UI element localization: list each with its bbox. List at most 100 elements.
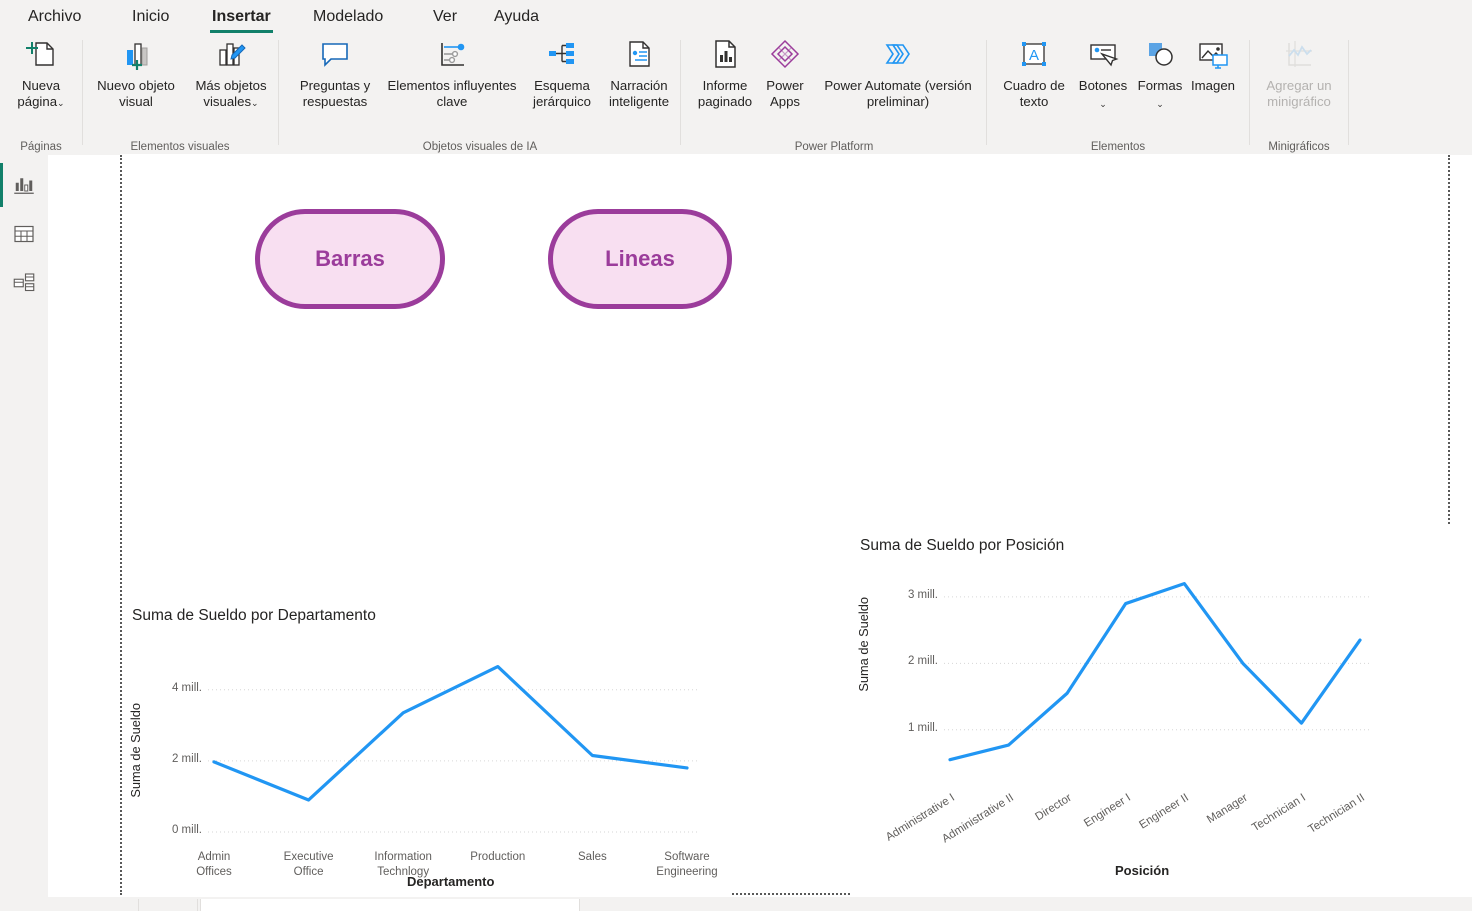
report-bar-chart-icon (12, 173, 36, 202)
ribbon-group-label: Minigráficos (1268, 141, 1330, 153)
ribbon-command-power-automate[interactable]: Power Automate (versión preliminar) (812, 38, 984, 110)
view-switcher-rail (0, 155, 48, 911)
x-axis-tick: Executive Office (254, 850, 364, 880)
x-tick-line1: Production (470, 851, 526, 863)
ribbon-group-label: Elementos (1090, 141, 1146, 153)
more-visuals-icon (186, 38, 276, 75)
command-label-line2: visual (119, 94, 153, 109)
shape-button-barras[interactable]: Barras (255, 209, 445, 309)
report-page-canvas[interactable]: Barras Lineas Suma de Sueldo por Departam… (120, 154, 1452, 895)
new-page-icon (6, 38, 76, 75)
ribbon-tab-modelado[interactable]: Modelado (307, 2, 389, 32)
ribbon-command-smart-narrative[interactable]: Narración inteligente (600, 38, 678, 110)
ribbon-command-new-page[interactable]: Nueva página⌄ (6, 38, 76, 111)
y-axis-tick: 2 mill. (171, 752, 202, 765)
ribbon-body: Páginas Elementos visuales Objetos visuale… (0, 34, 1472, 155)
command-label: Esquema (534, 78, 590, 93)
page-tab-left[interactable] (138, 899, 198, 911)
key-influencers-icon (382, 38, 522, 75)
x-axis-tick: Sales (537, 850, 647, 865)
command-label: Agregar un (1266, 78, 1332, 93)
ribbon-group-label: Objetos visuales de IA (422, 141, 538, 153)
power-automate-icon (812, 38, 984, 75)
table-grid-icon (12, 222, 36, 251)
command-label: Botones (1078, 78, 1128, 93)
shape-button-lineas[interactable]: Lineas (548, 209, 732, 309)
power-apps-icon (760, 38, 810, 75)
chevron-down-icon[interactable]: ⌄ (57, 98, 65, 108)
page-tab-active[interactable] (200, 899, 580, 911)
decomposition-tree-icon (524, 38, 600, 75)
ribbon-command-shapes[interactable]: Formas ⌄ (1132, 38, 1188, 112)
image-icon (1182, 38, 1244, 75)
chevron-down-icon[interactable]: ⌄ (251, 98, 259, 108)
x-tick-line1: Admin (197, 851, 231, 863)
x-axis-tick: Admin Offices (159, 850, 269, 880)
y-axis-tick: 0 mill. (171, 824, 202, 836)
shape-button-label: Lineas (605, 246, 675, 271)
ribbon-command-new-visual[interactable]: Nuevo objeto visual (88, 38, 184, 110)
shape-button-label: Barras (315, 246, 385, 271)
text-box-icon: A (996, 38, 1072, 75)
ribbon-tab-ver[interactable]: Ver (427, 2, 463, 32)
command-label: Más objetos (195, 78, 267, 93)
command-label-line2: Apps (769, 94, 801, 109)
command-label-line2: minigráfico (1267, 94, 1331, 109)
ribbon-command-more-visuals[interactable]: Más objetos visuales⌄ (186, 38, 276, 111)
y-axis-tick: 3 mill. (907, 588, 938, 601)
paginated-report-icon (690, 38, 760, 75)
rail-item-data-view[interactable] (0, 212, 48, 256)
x-axis-title-posicion: Posición (1115, 863, 1170, 878)
rail-item-model-view[interactable] (0, 261, 48, 305)
y-axis-tick: 4 mill. (171, 681, 202, 694)
x-axis-tick: Production (443, 850, 553, 865)
x-tick-line1: Information (374, 851, 432, 863)
ribbon-command-text-box[interactable]: A Cuadro de texto (996, 38, 1072, 110)
ribbon-command-power-apps[interactable]: Power Apps (760, 38, 810, 110)
ribbon-command-image[interactable]: Imagen (1182, 38, 1244, 94)
command-label: Nuevo objeto (97, 78, 175, 93)
command-label: Nueva (21, 78, 61, 93)
command-label-line2: texto (1019, 94, 1049, 109)
chevron-down-icon[interactable]: ⌄ (1156, 99, 1164, 109)
group-separator (1249, 40, 1250, 145)
x-tick-line1: Sales (578, 851, 607, 863)
command-label-line2: página⌄ (17, 94, 65, 109)
x-axis-title-departamento: Departamento (407, 874, 495, 889)
group-separator (278, 40, 279, 145)
command-label: Preguntas y (299, 78, 371, 93)
active-tab-underline (210, 30, 273, 33)
ribbon-tab-ayuda[interactable]: Ayuda (488, 2, 545, 32)
ribbon-tab-insertar[interactable]: Insertar (206, 2, 277, 33)
report-canvas-area: Barras Lineas Suma de Sueldo por Departam… (48, 154, 1472, 895)
ribbon-command-qa-bubble[interactable]: Preguntas y respuestas (288, 38, 382, 110)
ribbon-command-sparkline: Agregar un minigráfico (1253, 38, 1345, 110)
sparkline-icon (1253, 38, 1345, 75)
group-separator (82, 40, 83, 145)
shapes-icon (1132, 38, 1188, 75)
chevron-down-icon[interactable]: ⌄ (1099, 99, 1107, 109)
ribbon-command-buttons[interactable]: Botones ⌄ (1072, 38, 1134, 112)
chart-sueldo-por-posicion[interactable]: Suma de Sueldo por Posición Suma de Suel… (850, 525, 1452, 895)
model-relationship-icon (12, 271, 36, 300)
x-tick-line2: Office (293, 866, 324, 878)
ribbon-command-key-influencers[interactable]: Elementos influyentes clave (382, 38, 522, 110)
smart-narrative-icon (600, 38, 678, 75)
x-tick-line2: Engineering (656, 866, 718, 878)
y-axis-tick: 2 mill. (907, 655, 938, 668)
x-axis-tick: Software Engineering (632, 850, 742, 880)
ribbon-tab-inicio[interactable]: Inicio (126, 2, 175, 32)
rail-item-report-view[interactable] (0, 163, 48, 207)
command-label-line2: clave (436, 94, 468, 109)
command-label-line2: preliminar) (866, 94, 930, 109)
ribbon-command-paginated-report[interactable]: Informe paginado (690, 38, 760, 110)
ribbon-command-decomposition-tree[interactable]: Esquema jerárquico (524, 38, 600, 110)
chart-sueldo-por-departamento[interactable]: Suma de Sueldo por Departamento Suma de … (122, 595, 732, 895)
x-tick-line1: Software (664, 851, 710, 863)
group-separator (986, 40, 987, 145)
ribbon: Archivo Inicio Insertar Modelado Ver Ayuda Pá… (0, 0, 1472, 155)
ribbon-tab-archivo[interactable]: Archivo (22, 2, 87, 32)
svg-text:A: A (1029, 47, 1039, 64)
command-label: Power (766, 78, 804, 93)
y-axis-tick: 1 mill. (907, 721, 938, 734)
